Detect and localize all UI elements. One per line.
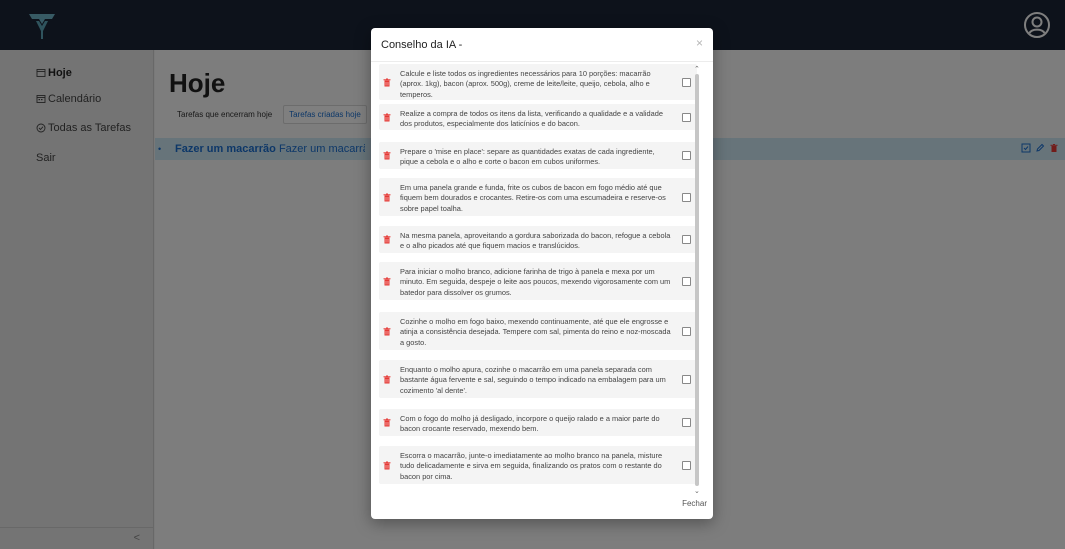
modal-title: Conselho da IA - [381,39,463,51]
list-item: Enquanto o molho apura, cozinhe o macarr… [379,360,697,398]
trash-icon[interactable] [383,193,391,202]
step-checkbox[interactable] [682,151,691,160]
scroll-up-icon[interactable]: ⌃ [694,66,700,73]
trash-icon[interactable] [383,375,391,384]
scroll-thumb[interactable] [695,74,699,486]
list-item: Com o fogo do molho já desligado, incorp… [379,409,697,436]
close-modal-button[interactable]: Fechar [682,499,707,508]
trash-icon[interactable] [383,418,391,427]
modal-scrollbar[interactable]: ⌃ ⌄ [694,66,700,496]
list-item: Na mesma panela, aproveitando a gordura … [379,226,697,253]
list-item: Prepare o 'mise en place': separe as qua… [379,142,697,169]
step-checkbox[interactable] [682,235,691,244]
step-text: Na mesma panela, aproveitando a gordura … [400,231,671,251]
step-text: Em uma panela grande e funda, frite os c… [400,183,666,213]
step-text: Com o fogo do molho já desligado, incorp… [400,414,660,434]
close-icon[interactable]: × [696,36,703,50]
steps-list: Calcule e liste todos os ingredientes ne… [379,64,699,489]
list-item: Realize a compra de todos os itens da li… [379,104,697,130]
step-checkbox[interactable] [682,78,691,87]
trash-icon[interactable] [383,461,391,470]
step-text: Prepare o 'mise en place': separe as qua… [400,147,655,167]
step-checkbox[interactable] [682,113,691,122]
step-checkbox[interactable] [682,327,691,336]
scroll-down-icon[interactable]: ⌄ [694,488,700,495]
trash-icon[interactable] [383,327,391,336]
step-text: Para iniciar o molho branco, adicione fa… [400,267,671,297]
list-item: Cozinhe o molho em fogo baixo, mexendo c… [379,312,697,350]
step-text: Realize a compra de todos os itens da li… [400,109,663,129]
step-text: Enquanto o molho apura, cozinhe o macarr… [400,365,666,395]
step-checkbox[interactable] [682,375,691,384]
list-item: Em uma panela grande e funda, frite os c… [379,178,697,216]
trash-icon[interactable] [383,78,391,87]
step-text: Calcule e liste todos os ingredientes ne… [400,69,651,99]
list-item: Escorra o macarrão, junte-o imediatament… [379,446,697,484]
step-checkbox[interactable] [682,461,691,470]
ai-advice-modal: Conselho da IA - × Calcule e liste todos… [371,28,713,519]
trash-icon[interactable] [383,235,391,244]
modal-header: Conselho da IA - × [371,28,713,62]
step-checkbox[interactable] [682,277,691,286]
list-item: Para iniciar o molho branco, adicione fa… [379,262,697,300]
step-checkbox[interactable] [682,418,691,427]
trash-icon[interactable] [383,277,391,286]
step-text: Cozinhe o molho em fogo baixo, mexendo c… [400,317,671,347]
list-item: Calcule e liste todos os ingredientes ne… [379,64,697,100]
step-text: Escorra o macarrão, junte-o imediatament… [400,451,663,481]
trash-icon[interactable] [383,151,391,160]
trash-icon[interactable] [383,113,391,122]
step-checkbox[interactable] [682,193,691,202]
